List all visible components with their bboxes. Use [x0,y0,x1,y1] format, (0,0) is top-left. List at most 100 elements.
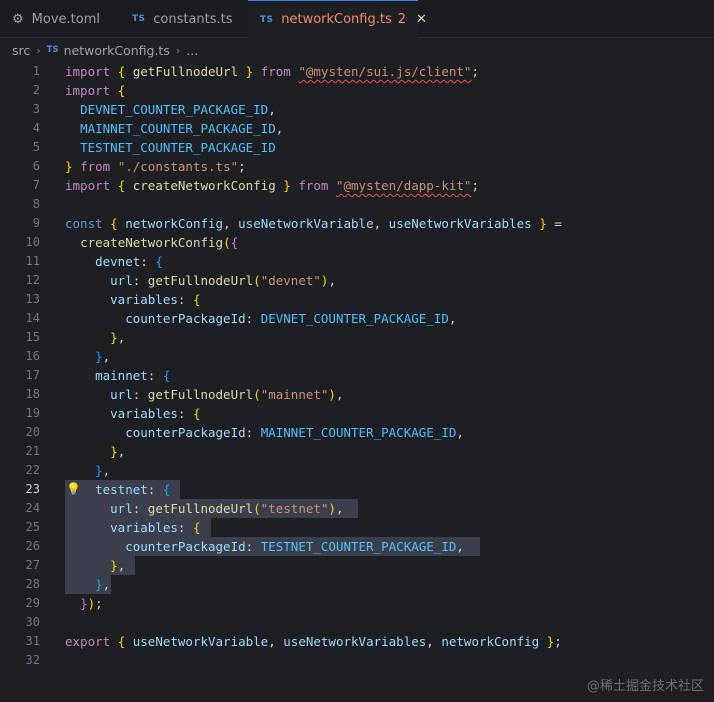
code-text: import { [65,83,126,98]
code-line[interactable]: 19 variables: { [0,404,714,423]
breadcrumb-more[interactable]: ... [186,43,198,58]
code-text: }, [95,463,111,478]
chevron-right-icon: › [36,43,41,57]
code-editor[interactable]: 💡 1 import { getFullnodeUrl } from "@myst… [0,62,714,702]
code-line[interactable]: 11 devnet: { [0,252,714,271]
code-text: }, [95,577,111,592]
line-number: 29 [25,596,40,610]
code-line[interactable]: 22 }, [0,461,714,480]
typescript-icon: TS [46,45,59,55]
line-number: 3 [32,102,40,116]
line-number: 9 [32,216,40,230]
code-line[interactable]: 6 } from "./constants.ts"; [0,157,714,176]
tab-label: Move.toml [31,11,100,27]
code-line[interactable]: 27 }, [0,556,714,575]
line-number: 20 [25,425,40,439]
line-number: 14 [25,311,40,325]
code-line[interactable]: 9 const { networkConfig, useNetworkVariab… [0,214,714,233]
code-line[interactable]: 18 url: getFullnodeUrl("mainnet"), [0,385,714,404]
code-text: }, [110,330,126,345]
line-number: 7 [32,178,40,192]
code-text: url: getFullnodeUrl("mainnet"), [110,387,344,402]
code-line[interactable]: 8 [0,195,714,214]
code-line[interactable]: 10 createNetworkConfig({ [0,233,714,252]
code-line[interactable]: 4 MAINNET_COUNTER_PACKAGE_ID, [0,119,714,138]
line-number: 1 [32,64,40,78]
line-number: 32 [25,653,40,667]
code-line[interactable]: 3 DEVNET_COUNTER_PACKAGE_ID, [0,100,714,119]
breadcrumb-folder[interactable]: src [12,43,30,58]
line-number: 10 [25,235,40,249]
code-line[interactable]: 5 TESTNET_COUNTER_PACKAGE_ID [0,138,714,157]
line-number: 16 [25,349,40,363]
code-text: DEVNET_COUNTER_PACKAGE_ID, [80,102,276,117]
line-number: 17 [25,368,40,382]
tab-bar: ⚙ Move.toml TS constants.ts TS networkCo… [0,0,714,38]
tab-network-config-ts[interactable]: TS networkConfig.ts 2 ✕ [248,0,427,38]
code-line[interactable]: 29 }); [0,594,714,613]
error-count-badge: 2 [397,12,407,27]
line-number: 23 [25,482,40,496]
code-line[interactable]: 7 import { createNetworkConfig } from "@m… [0,176,714,195]
line-number: 18 [25,387,40,401]
code-line[interactable]: 13 variables: { [0,290,714,309]
code-line[interactable]: 31 export { useNetworkVariable, useNetwor… [0,632,714,651]
tab-move-toml[interactable]: ⚙ Move.toml [0,0,116,38]
code-line[interactable]: 17 mainnet: { [0,366,714,385]
line-number: 11 [25,254,40,268]
code-text: }); [80,596,103,611]
gear-icon: ⚙ [12,11,24,27]
code-text: variables: { [110,520,201,535]
code-line[interactable]: 25 variables: { [0,518,714,537]
line-number: 22 [25,463,40,477]
code-text: mainnet: { [95,368,171,383]
code-line[interactable]: 20 counterPackageId: MAINNET_COUNTER_PAC… [0,423,714,442]
code-text: counterPackageId: TESTNET_COUNTER_PACKAG… [125,539,464,554]
code-line[interactable]: 30 [0,613,714,632]
code-line[interactable]: 2 import { [0,81,714,100]
tab-constants-ts[interactable]: TS constants.ts [120,0,246,38]
code-line[interactable]: 32 [0,651,714,670]
tab-label: networkConfig.ts [281,12,392,27]
line-number: 31 [25,634,40,648]
line-number: 12 [25,273,40,287]
typescript-icon: TS [132,14,146,24]
watermark: @稀土掘金技术社区 [586,679,704,694]
breadcrumb-file[interactable]: networkConfig.ts [64,43,170,58]
code-line[interactable]: 14 counterPackageId: DEVNET_COUNTER_PACK… [0,309,714,328]
code-text: url: getFullnodeUrl("testnet"), [110,501,344,516]
line-number: 8 [32,197,40,211]
line-number: 2 [32,83,40,97]
code-text: }, [110,444,126,459]
code-text: }, [110,558,126,573]
code-text: const { networkConfig, useNetworkVariabl… [65,216,562,231]
code-text: } from "./constants.ts"; [65,159,246,174]
breadcrumb: src › TS networkConfig.ts › ... [0,38,714,62]
code-text: url: getFullnodeUrl("devnet"), [110,273,336,288]
code-text: createNetworkConfig({ [80,235,239,250]
code-text: import { createNetworkConfig } from "@my… [65,178,479,193]
code-line[interactable]: 21 }, [0,442,714,461]
code-text: counterPackageId: DEVNET_COUNTER_PACKAGE… [125,311,457,326]
code-line[interactable]: 16 }, [0,347,714,366]
code-line[interactable]: 26 counterPackageId: TESTNET_COUNTER_PAC… [0,537,714,556]
line-number: 15 [25,330,40,344]
code-line[interactable]: 12 url: getFullnodeUrl("devnet"), [0,271,714,290]
code-line[interactable]: 28 }, [0,575,714,594]
code-line[interactable]: 23 testnet: { [0,480,714,499]
line-number: 4 [32,121,40,135]
line-number: 21 [25,444,40,458]
line-number: 28 [25,577,40,591]
close-icon[interactable]: ✕ [416,12,427,27]
code-line[interactable]: 24 url: getFullnodeUrl("testnet"), [0,499,714,518]
code-text: testnet: { [95,482,171,497]
code-text: export { useNetworkVariable, useNetworkV… [65,634,562,649]
chevron-right-icon: › [175,43,181,57]
code-line[interactable]: 1 import { getFullnodeUrl } from "@mysten… [0,62,714,81]
code-text: TESTNET_COUNTER_PACKAGE_ID [80,140,276,155]
typescript-icon: TS [260,14,274,25]
code-text: MAINNET_COUNTER_PACKAGE_ID, [80,121,284,136]
code-text: }, [95,349,111,364]
code-line[interactable]: 15 }, [0,328,714,347]
line-number: 6 [32,159,40,173]
